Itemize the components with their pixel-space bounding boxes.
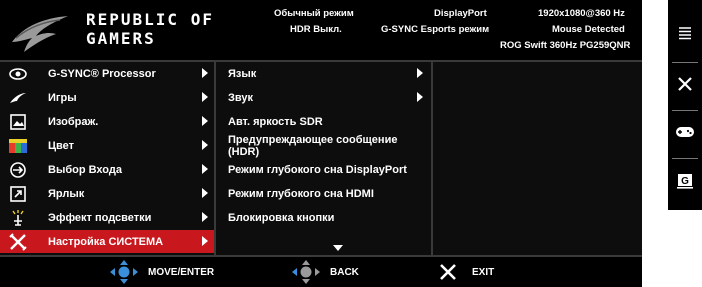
input-status: DisplayPort	[434, 8, 487, 19]
joystick-back-icon	[292, 260, 320, 284]
menu-item-label: Цвет	[48, 139, 75, 152]
menu-item-color[interactable]: Цвет	[0, 134, 214, 157]
move-enter-label: MOVE/ENTER	[148, 266, 215, 278]
menu-item-lighting-effect[interactable]: Эффект подсветки	[0, 206, 214, 229]
key-divider	[672, 158, 698, 159]
chevron-right-icon	[202, 92, 208, 102]
gameplus-key[interactable]: G	[668, 166, 702, 196]
menu-item-system-setup[interactable]: Настройка СИСТЕМА	[0, 230, 214, 253]
move-enter-hint: MOVE/ENTER	[108, 257, 214, 287]
back-hint: BACK	[290, 257, 359, 287]
color-icon	[8, 136, 28, 156]
submenu-item-label: Режим глубокого сна HDMI	[228, 187, 374, 200]
mouse-status: Mouse Detected	[552, 24, 625, 35]
submenu-item-label: Звук	[228, 91, 254, 104]
rog-logo-icon	[12, 16, 68, 52]
osd-panel: REPUBLIC OF GAMERS Обычный режим HDR Вык…	[0, 0, 642, 287]
model-status: ROG Swift 360Hz PG259QNR	[500, 40, 631, 51]
submenu-item-hdr-warning[interactable]: Предупреждающее сообщение (HDR)	[216, 133, 431, 158]
sub-menu: Язык Звук Авт. яркость SDR Предупреждающ…	[216, 62, 431, 255]
submenu-item-auto-sdr-brightness[interactable]: Авт. яркость SDR	[216, 110, 431, 133]
games-icon	[8, 88, 28, 108]
chevron-right-icon	[202, 164, 208, 174]
chevron-right-icon	[202, 68, 208, 78]
chevron-right-icon	[202, 212, 208, 222]
submenu-item-label: Предупреждающее сообщение (HDR)	[228, 133, 398, 158]
resolution-status: 1920x1080@360 Hz	[538, 8, 625, 19]
gameplus-icon: G	[677, 174, 693, 189]
lighting-effect-icon	[8, 208, 28, 228]
submenu-item-hdmi-deep-sleep[interactable]: Режим глубокого сна HDMI	[216, 182, 431, 205]
shortcut-icon	[8, 184, 28, 204]
brand-line2: GAMERS	[86, 29, 156, 48]
brand-text: REPUBLIC OF GAMERS	[86, 10, 214, 48]
close-icon	[678, 77, 692, 91]
picture-mode-status: Обычный режим	[274, 8, 354, 19]
menu-item-games[interactable]: Игры	[0, 86, 214, 109]
brand-line1: REPUBLIC OF	[86, 10, 214, 29]
submenu-item-label: Режим глубокого сна DisplayPort	[228, 163, 407, 176]
menu-icon	[679, 27, 691, 40]
close-icon	[440, 264, 456, 280]
scroll-down-icon[interactable]	[333, 245, 343, 251]
menu-item-label: Эффект подсветки	[48, 211, 152, 224]
image-icon	[8, 112, 28, 132]
osd-header: REPUBLIC OF GAMERS Обычный режим HDR Вык…	[0, 0, 642, 62]
input-select-icon	[8, 160, 28, 180]
gsync-processor-icon	[8, 64, 28, 84]
menu-item-label: Ярлык	[48, 187, 85, 200]
close-key[interactable]	[668, 70, 702, 98]
main-menu: G-SYNC® Processor Игры Изображ. Цвет Выб…	[0, 62, 214, 255]
osd-footer: MOVE/ENTER BACK EXIT	[0, 255, 642, 287]
column-divider	[431, 62, 433, 255]
submenu-item-sound[interactable]: Звук	[216, 86, 431, 109]
gameplus-letter: G	[681, 176, 689, 187]
key-divider	[672, 62, 698, 63]
gsync-status: G-SYNC Esports режим	[381, 24, 490, 35]
menu-item-label: Изображ.	[48, 115, 99, 128]
chevron-right-icon	[202, 116, 208, 126]
hdr-status: HDR Выкл.	[290, 24, 342, 35]
menu-key[interactable]	[668, 20, 702, 46]
submenu-item-label: Авт. яркость SDR	[228, 115, 323, 128]
menu-item-gsync-processor[interactable]: G-SYNC® Processor	[0, 62, 214, 85]
menu-item-label: G-SYNC® Processor	[48, 67, 156, 80]
gamepad-key[interactable]	[668, 118, 702, 146]
chevron-right-icon	[417, 92, 423, 102]
submenu-item-label: Блокировка кнопки	[228, 211, 335, 224]
chevron-right-icon	[202, 188, 208, 198]
chevron-right-icon	[202, 236, 208, 246]
menu-item-shortcut[interactable]: Ярлык	[0, 182, 214, 205]
chevron-right-icon	[417, 68, 423, 78]
submenu-item-key-lock[interactable]: Блокировка кнопки	[216, 206, 431, 229]
menu-item-label: Игры	[48, 91, 77, 104]
menu-item-image[interactable]: Изображ.	[0, 110, 214, 133]
menu-item-input-select[interactable]: Выбор Входа	[0, 158, 214, 181]
hardware-key-guide: G	[668, 0, 702, 210]
back-label: BACK	[330, 266, 359, 278]
menu-item-label: Выбор Входа	[48, 163, 122, 176]
exit-label: EXIT	[472, 266, 495, 278]
submenu-item-label: Язык	[228, 67, 257, 80]
chevron-right-icon	[202, 140, 208, 150]
key-divider	[672, 110, 698, 111]
menu-item-label: Настройка СИСТЕМА	[48, 235, 164, 248]
exit-hint: EXIT	[438, 257, 494, 287]
system-setup-icon	[8, 232, 28, 252]
submenu-item-language[interactable]: Язык	[216, 62, 431, 85]
joystick-move-icon	[110, 260, 138, 284]
submenu-item-displayport-deep-sleep[interactable]: Режим глубокого сна DisplayPort	[216, 158, 431, 181]
gamepad-icon	[676, 127, 694, 137]
